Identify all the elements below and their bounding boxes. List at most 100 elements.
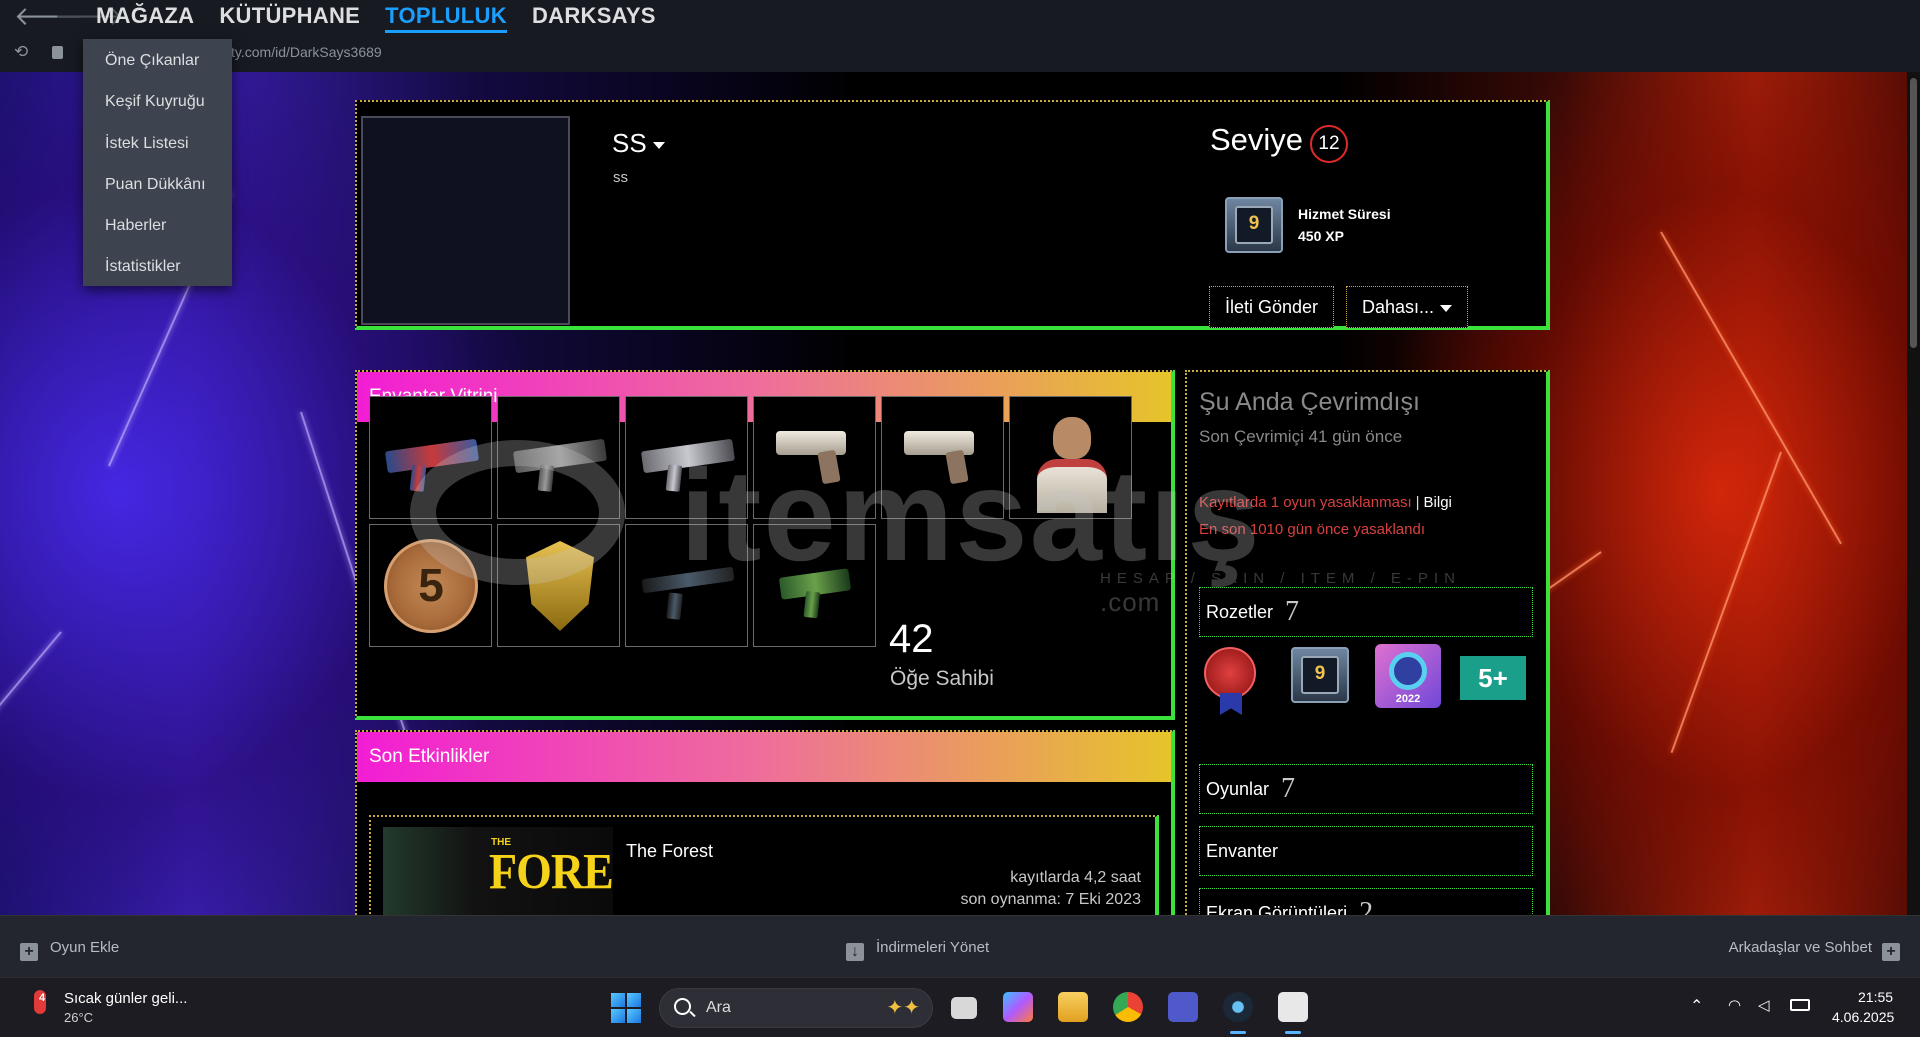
persona-name[interactable]: SS bbox=[612, 128, 665, 159]
games-link[interactable]: Oyunlar 7 bbox=[1199, 764, 1533, 814]
page-scrollbar[interactable] bbox=[1907, 72, 1920, 915]
tab-community[interactable]: TOPLULUK bbox=[385, 3, 507, 33]
snipping-tool-icon[interactable] bbox=[1278, 992, 1308, 1022]
windows-start-icon[interactable] bbox=[611, 993, 641, 1023]
manage-downloads-button[interactable]: ↓ İndirmeleri Yönet bbox=[846, 939, 989, 961]
clock-time[interactable]: 21:55 bbox=[1858, 989, 1893, 1005]
search-icon bbox=[674, 998, 691, 1015]
inventory-label: Envanter bbox=[1206, 841, 1279, 861]
agent-character-icon bbox=[1037, 417, 1107, 517]
badges-label: Rozetler bbox=[1206, 602, 1274, 622]
avatar[interactable] bbox=[361, 116, 570, 325]
tab-store[interactable]: MAĞAZA bbox=[96, 3, 194, 33]
copilot-icon[interactable] bbox=[1003, 992, 1033, 1022]
weather-title[interactable]: Sıcak günler geli... bbox=[64, 990, 187, 1007]
snipping-active-indicator bbox=[1285, 1031, 1301, 1034]
pistol-skin-icon bbox=[904, 431, 974, 455]
menu-item-news[interactable]: Haberler bbox=[83, 212, 232, 253]
rifle-skin-icon bbox=[384, 438, 480, 474]
windows-taskbar: 4 Sıcak günler geli... 26°C Ara ✦✦ ⌃ ◠ ◁… bbox=[0, 977, 1920, 1037]
tray-chevron-up-icon[interactable]: ⌃ bbox=[1690, 996, 1703, 1016]
sniper-skin-icon bbox=[641, 566, 735, 594]
badge-name[interactable]: Hizmet Süresi bbox=[1298, 206, 1391, 222]
steam-icon[interactable] bbox=[1223, 992, 1253, 1022]
real-name: ss bbox=[613, 169, 628, 186]
inventory-item[interactable]: 5 bbox=[369, 524, 492, 647]
recent-activity: Son Etkinlikler THE FOREST The Forest ka… bbox=[355, 730, 1175, 932]
scrollbar-thumb[interactable] bbox=[1910, 78, 1917, 348]
lightning-decoration bbox=[1670, 451, 1782, 754]
rose-ribbon-badge-icon[interactable] bbox=[1204, 647, 1260, 715]
persona-name-text: SS bbox=[612, 128, 647, 158]
battery-icon[interactable] bbox=[1790, 999, 1810, 1011]
menu-item-featured[interactable]: Öne Çıkanlar bbox=[83, 47, 232, 88]
refresh-icon[interactable]: ⟲ bbox=[14, 42, 28, 62]
add-game-button[interactable]: + Oyun Ekle bbox=[20, 939, 119, 961]
steam-top-nav: 🡐 🡒 MAĞAZA KÜTÜPHANE TOPLULUK DARKSAYS ⟲… bbox=[0, 0, 1920, 72]
inventory-item[interactable] bbox=[497, 396, 620, 519]
friends-label: Arkadaşlar ve Sohbet bbox=[1728, 939, 1872, 956]
years-of-service-badge-icon[interactable]: 9 bbox=[1225, 197, 1283, 253]
inventory-item[interactable] bbox=[753, 396, 876, 519]
item-count-label: Öğe Sahibi bbox=[890, 667, 994, 690]
level-badge[interactable]: 12 bbox=[1310, 125, 1348, 163]
inventory-item[interactable] bbox=[625, 396, 748, 519]
item-count: 42 bbox=[889, 617, 934, 661]
caret-down-icon bbox=[1440, 304, 1453, 312]
ban-separator: | bbox=[1415, 494, 1420, 511]
inventory-link[interactable]: Envanter bbox=[1199, 826, 1533, 876]
add-game-label: Oyun Ekle bbox=[50, 939, 120, 956]
teams-icon[interactable] bbox=[1168, 992, 1198, 1022]
inventory-item[interactable] bbox=[1009, 396, 1132, 519]
game-name[interactable]: The Forest bbox=[626, 841, 713, 862]
cover-title: FOREST bbox=[489, 843, 613, 900]
badge-year: 2022 bbox=[1395, 693, 1421, 705]
inventory-item[interactable] bbox=[625, 524, 748, 647]
more-label: Dahası... bbox=[1362, 297, 1435, 317]
wifi-icon[interactable]: ◠ bbox=[1728, 996, 1748, 1014]
weather-temp: 26°C bbox=[64, 1010, 94, 1025]
volume-icon[interactable]: ◁ bbox=[1758, 996, 1778, 1014]
search-label: Ara bbox=[706, 999, 731, 1016]
menu-item-points-shop[interactable]: Puan Dükkânı bbox=[83, 171, 232, 212]
lightning-decoration bbox=[1660, 231, 1842, 545]
clock-date[interactable]: 4.06.2025 bbox=[1832, 1009, 1894, 1025]
menu-item-wishlist[interactable]: İstek Listesi bbox=[83, 130, 232, 171]
badge-xp: 450 XP bbox=[1298, 228, 1344, 244]
ban-notice: Kayıtlarda 1 oyun yasaklanması | Bilgi bbox=[1199, 494, 1452, 511]
file-explorer-icon[interactable] bbox=[1058, 992, 1088, 1022]
friends-icon: + bbox=[1882, 943, 1900, 961]
menu-item-stats[interactable]: İstatistikler bbox=[83, 253, 232, 294]
rifle-skin-icon bbox=[512, 438, 608, 474]
caret-down-icon[interactable] bbox=[652, 141, 665, 149]
five-plus-badge-icon[interactable]: 5+ bbox=[1460, 656, 1526, 700]
badges-link[interactable]: Rozetler 7 bbox=[1199, 587, 1533, 637]
inventory-item[interactable] bbox=[497, 524, 620, 647]
smg-skin-icon bbox=[778, 568, 852, 600]
copilot-spark-icon: ✦✦ bbox=[886, 997, 920, 1019]
weather-thermometer-icon[interactable]: 4 bbox=[26, 990, 52, 1020]
steam-replay-badge-icon[interactable]: 2022 bbox=[1375, 644, 1441, 708]
plus-icon: + bbox=[20, 943, 38, 961]
task-view-icon[interactable] bbox=[951, 997, 977, 1019]
inventory-item[interactable] bbox=[753, 524, 876, 647]
lightning-decoration bbox=[0, 631, 62, 832]
tab-library[interactable]: KÜTÜPHANE bbox=[219, 3, 360, 33]
url-text[interactable]: ty.com/id/DarkSays3689 bbox=[231, 44, 382, 60]
games-count: 7 bbox=[1281, 773, 1296, 804]
more-button[interactable]: Dahası... bbox=[1346, 286, 1469, 328]
send-message-button[interactable]: İleti Gönder bbox=[1209, 286, 1335, 328]
chrome-icon[interactable] bbox=[1113, 992, 1143, 1022]
menu-item-discovery-queue[interactable]: Keşif Kuyruğu bbox=[83, 88, 232, 129]
inventory-item[interactable] bbox=[369, 396, 492, 519]
ban-info-link[interactable]: Bilgi bbox=[1424, 494, 1452, 511]
tab-profile[interactable]: DARKSAYS bbox=[532, 3, 656, 33]
inventory-item[interactable] bbox=[881, 396, 1004, 519]
taskbar-search[interactable]: Ara ✦✦ bbox=[659, 988, 933, 1028]
years-of-service-badge-icon[interactable]: 9 bbox=[1291, 647, 1349, 703]
pistol-skin-icon bbox=[776, 431, 846, 455]
level-label: Seviye bbox=[1210, 122, 1304, 157]
badge-value: 9 bbox=[1301, 656, 1339, 694]
friends-chat-button[interactable]: Arkadaşlar ve Sohbet + bbox=[1729, 939, 1900, 961]
profile-header: SS ss Seviye 12 9 Hizmet Süresi 450 XP İ… bbox=[355, 100, 1550, 330]
